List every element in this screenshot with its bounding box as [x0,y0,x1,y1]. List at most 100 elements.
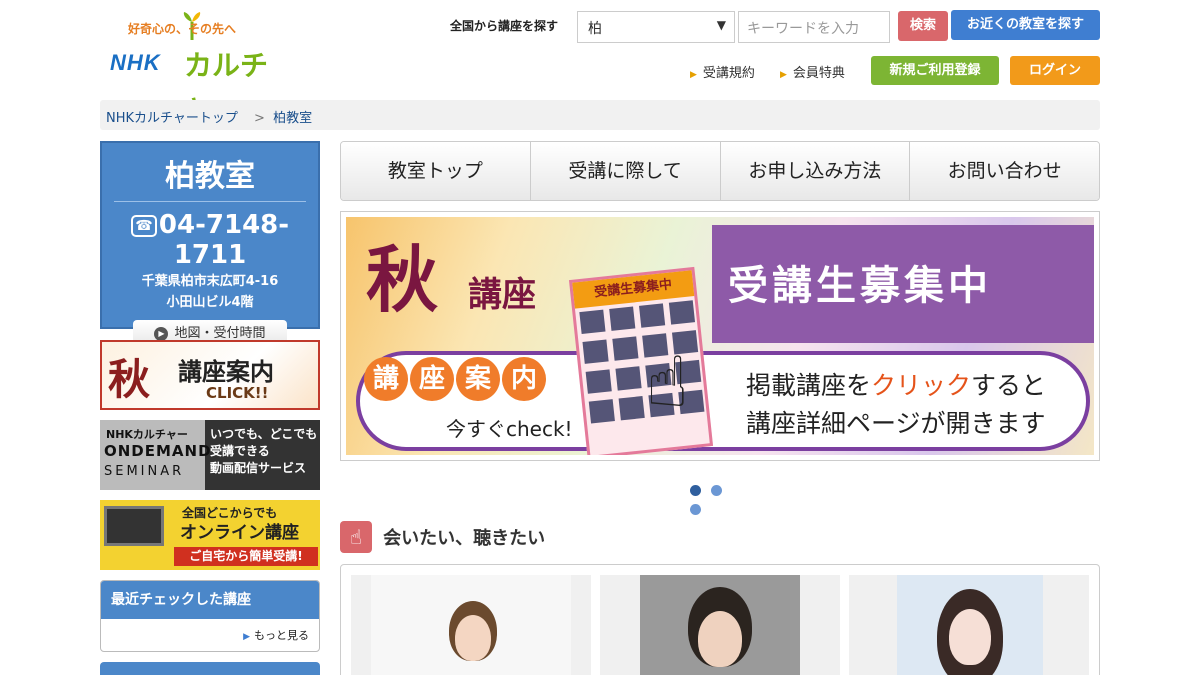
banner-aki-text: 講座案内 [178,358,274,386]
hero-desc-post: すると [971,371,1047,400]
chevron-down-icon: ▼ [716,18,726,32]
flyer-photo [639,303,666,328]
login-button[interactable]: ログイン [1010,56,1100,85]
register-button[interactable]: 新規ご利用登録 [871,56,999,85]
ondemand-title: ONDEMAND [104,442,212,460]
hero-banner-image: 秋 講座 受講生募集中 講座案内 今すぐcheck! 掲載講座をクリックすると … [346,217,1094,455]
phone-number[interactable]: ☎ 04-7148-1711 [102,210,318,270]
ondemand-desc-1: いつでも、どこでも [210,427,318,441]
ondemand-seminar-banner[interactable]: NHKカルチャー ONDEMAND SEMINAR いつでも、どこでも 受講でき… [100,420,320,490]
member-benefits-link[interactable]: ▶ 会員特典 [780,62,845,81]
address-line-1: 千葉県柏市末広町4-16 [141,274,279,289]
card-photo [640,575,800,675]
hero-course-guide: 講座案内 [364,357,564,419]
search-button[interactable]: 検索 [898,11,948,41]
breadcrumb-home[interactable]: NHKカルチャートップ [106,111,238,126]
person-face [455,615,491,661]
pill-char: 座 [410,357,454,401]
online-line-3: ご自宅から簡単受講! [174,547,318,566]
nhk-culture-logo[interactable]: 好奇心の、その先へ NHK カルチャー [108,8,288,122]
recent-courses-box: 最近チェックした講座 ▶ もっと見る [100,580,320,652]
hero-description: 掲載講座をクリックすると 講座詳細ページが開きます [746,367,1046,443]
flyer-photo [612,336,639,361]
pill-char: 講 [364,357,408,401]
hero-koza: 講座 [468,275,536,315]
triangle-right-icon: ▶ [690,70,697,80]
carousel-dots [690,481,750,515]
triangle-right-icon: ▶ [780,70,787,80]
map-hours-label: 地図・受付時間 [174,326,266,341]
phone-number-text: 04-7148-1711 [158,210,290,270]
featured-cards [340,564,1100,675]
breadcrumb-separator: > [254,111,265,126]
hero-flyer: 受講生募集中 [568,266,714,455]
hero-aki: 秋 [366,237,439,322]
tab-attendance[interactable]: 受講に際して [530,142,721,200]
flyer-photo [609,306,636,331]
terms-link[interactable]: ▶ 受講規約 [690,62,755,81]
ondemand-sub: SEMINAR [104,464,185,479]
autumn-courses-banner[interactable]: 秋 講座案内 CLICK!! [100,340,320,410]
flyer-photo [582,339,609,364]
breadcrumb: NHKカルチャートップ > 柏教室 [100,100,1100,130]
recent-more-label: もっと見る [254,629,309,642]
flyer-photo [615,366,642,391]
ondemand-brand: NHKカルチャー [106,428,188,441]
pointing-hand-icon: ☝ [646,341,689,423]
flyer-photo [618,396,645,421]
logo-nhk: NHK [110,50,161,75]
tab-contact[interactable]: お問い合わせ [910,142,1099,200]
hero-banner[interactable]: 秋 講座 受講生募集中 講座案内 今すぐcheck! 掲載講座をクリックすると … [340,211,1100,461]
class-info-box: 柏教室 ☎ 04-7148-1711 千葉県柏市末広町4-16 小田山ビル4階 ▶… [100,141,320,348]
pill-char: 案 [456,357,500,401]
featured-card[interactable] [351,575,591,675]
carousel-dot[interactable] [690,485,701,496]
ondemand-desc-3: 動画配信サービス [210,461,307,475]
banner-aki-click: CLICK!! [206,384,269,402]
member-benefits-label: 会員特典 [792,66,845,81]
pill-char: 内 [502,357,546,401]
tab-how-to-apply[interactable]: お申し込み方法 [720,142,911,200]
sidebar-next-box [100,662,320,675]
tab-class-top[interactable]: 教室トップ [341,142,531,200]
hero-desc-click: クリック [871,371,972,400]
section-heading: ☝ 会いたい、聴きたい [340,521,545,554]
hero-check: 今すぐcheck! [446,417,573,441]
phone-icon: ☎ [130,215,157,237]
ondemand-desc: いつでも、どこでも 受講できる 動画配信サービス [210,426,317,477]
section-title: 会いたい、聴きたい [383,528,546,549]
flyer-photo [579,309,606,335]
flyer-photo [588,399,615,424]
online-course-banner[interactable]: 全国どこからでも オンライン講座 ご自宅から簡単受講! [100,500,320,570]
laptop-icon [104,506,164,546]
banner-aki-big: 秋 [108,355,151,404]
find-nearby-button[interactable]: お近くの教室を探す [951,10,1100,40]
recent-more-link[interactable]: ▶ もっと見る [243,627,309,643]
person-face [698,611,742,667]
hero-desc-line-2: 講座詳細ページが開きます [746,409,1046,438]
area-select[interactable]: 柏 ▼ [577,11,735,43]
breadcrumb-current[interactable]: 柏教室 [273,111,312,126]
recent-courses-title: 最近チェックした講座 [101,581,319,619]
triangle-right-icon: ▶ [243,632,250,642]
pointing-hand-icon: ☝ [340,521,372,553]
page: 好奇心の、その先へ NHK カルチャー 全国から講座を探す 柏 ▼ キーワードを… [0,0,1200,675]
carousel-dot[interactable] [690,504,701,515]
keyword-input[interactable]: キーワードを入力 [738,11,890,43]
featured-card[interactable] [600,575,840,675]
search-label: 全国から講座を探す [450,19,559,33]
carousel-dot[interactable] [711,485,722,496]
card-photo [897,575,1043,675]
flyer-photo [668,300,696,325]
area-select-value: 柏 [588,21,602,37]
keyword-placeholder: キーワードを入力 [747,21,859,37]
logo-tagline: 好奇心の、その先へ [128,22,237,36]
person-face [949,609,991,665]
card-photo [371,575,571,675]
online-line-2: オンライン講座 [180,523,299,543]
address-line-2: 小田山ビル4階 [166,295,254,310]
featured-card[interactable] [849,575,1089,675]
play-circle-icon: ▶ [154,327,169,341]
hero-recruiting: 受講生募集中 [728,263,992,309]
flyer-photo [585,369,612,394]
